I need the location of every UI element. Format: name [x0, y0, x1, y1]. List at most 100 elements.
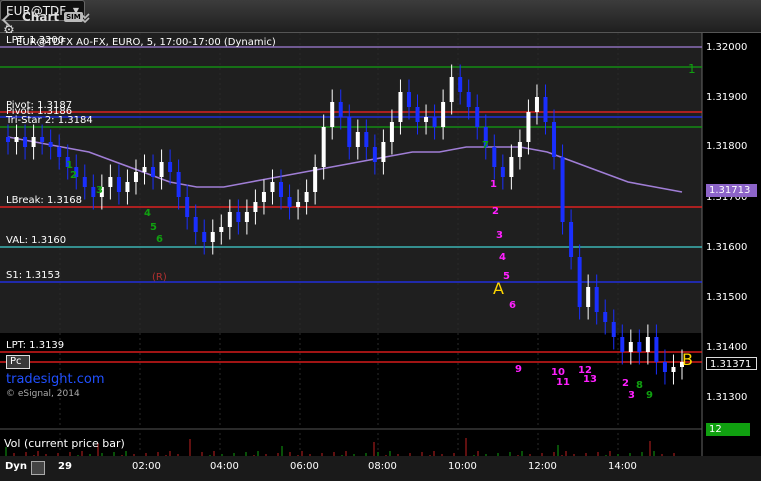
green-count-5: 5	[150, 222, 157, 233]
last-price-tag: 1.31371	[706, 357, 757, 370]
pc-badge[interactable]: Pc	[6, 355, 30, 369]
level-label-val: VAL: 1.3160	[6, 235, 67, 246]
time-tick: 12:00	[528, 461, 557, 472]
candle-body	[159, 162, 164, 177]
candle-body	[620, 337, 625, 352]
price-tick: 1.31800	[706, 141, 748, 152]
candle-body	[500, 167, 505, 177]
candle-body	[611, 322, 616, 337]
time-tick: 10:00	[448, 461, 477, 472]
candle-body	[151, 167, 156, 177]
green-count-8: 8	[636, 380, 643, 391]
candle-body	[517, 142, 522, 157]
green-level-tag: 1	[688, 62, 696, 76]
count-4: 4	[499, 252, 506, 263]
candle-body	[534, 97, 539, 112]
copyright: © eSignal, 2014	[6, 389, 80, 399]
candle-body	[355, 132, 360, 147]
candle-body	[219, 227, 224, 232]
collapse-chevron-icon[interactable]	[78, 0, 92, 33]
candle-body	[432, 117, 437, 127]
candle-body	[82, 177, 87, 187]
candle-body	[662, 362, 667, 372]
candle-body	[654, 337, 659, 362]
toolbar: Chart SIM EUR@TDF ▼ ⚙ 5 ▼ ◷ ✎ ⛓ ▣ ▶ ☰ ⤢ …	[0, 0, 761, 250]
candle-body	[48, 142, 53, 147]
green-count-4: 4	[144, 208, 151, 219]
candle-body	[313, 167, 318, 192]
candle-body	[279, 182, 284, 197]
candle-body	[569, 222, 574, 257]
time-tick: 14:00	[608, 461, 637, 472]
count-2b: 2	[622, 378, 629, 389]
count-3: 3	[496, 230, 503, 241]
green-count-9: 9	[646, 390, 653, 401]
candle-body	[458, 77, 463, 92]
candle-body	[244, 212, 249, 222]
candle-body	[441, 102, 446, 127]
count-1: 1	[490, 179, 497, 190]
candle-body	[91, 187, 96, 197]
candle-body	[364, 132, 369, 147]
count-9: 9	[515, 364, 522, 375]
candle-body	[543, 97, 548, 122]
green-count-6: 6	[156, 234, 163, 245]
candle-body	[449, 77, 454, 102]
level-label-lpt-low: LPT: 1.3139	[6, 340, 65, 351]
price-tick: 1.31500	[706, 292, 748, 303]
candle-body	[133, 172, 138, 182]
candle-body	[372, 147, 377, 162]
level-label-s1: S1: 1.3153	[6, 270, 61, 281]
date-label: 29	[58, 461, 72, 472]
volume-tag: 12	[706, 423, 750, 436]
price-tick: 1.31600	[706, 242, 748, 253]
candle-body	[193, 217, 198, 232]
candle-body	[415, 107, 420, 122]
candle-body	[202, 232, 207, 242]
price-tick: 1.31400	[706, 342, 748, 353]
price-tick: 1.31300	[706, 392, 748, 403]
candle-body	[40, 137, 45, 142]
candle-body	[594, 287, 599, 312]
candle-body	[671, 367, 676, 372]
candle-body	[577, 257, 582, 307]
green-count-7: 7	[482, 140, 489, 151]
candle-body	[142, 167, 147, 172]
dyn-label[interactable]: Dyn	[5, 461, 27, 472]
candle-body	[14, 137, 19, 142]
candle-body	[270, 182, 275, 192]
time-tick: 02:00	[132, 461, 161, 472]
candle-body	[628, 342, 633, 352]
candle-body	[23, 137, 28, 147]
candle-body	[406, 92, 411, 107]
volume-label: Vol (current price bar)	[4, 437, 125, 450]
candle-body	[176, 172, 181, 197]
candle-body	[381, 142, 386, 162]
time-tick: 08:00	[368, 461, 397, 472]
price-chart[interactable]	[0, 33, 761, 481]
candle-body	[236, 212, 241, 222]
candle-body	[125, 182, 130, 192]
candle-body	[645, 337, 650, 352]
time-tick: 06:00	[290, 461, 319, 472]
green-count-2: 2	[70, 170, 77, 181]
level-label-lpt-high: LPT: 1.3200	[6, 35, 65, 46]
candle-body	[552, 122, 557, 157]
count-6: 6	[509, 300, 516, 311]
candle-body	[57, 147, 62, 157]
candle-body	[116, 177, 121, 192]
candle-body	[330, 102, 335, 127]
candle-body	[560, 157, 565, 222]
candle-body	[185, 197, 190, 217]
candle-body	[509, 157, 514, 177]
ma-price-tag: 1.31713	[706, 184, 757, 197]
count-2: 2	[492, 206, 499, 217]
count-13: 13	[583, 374, 597, 385]
candle-body	[338, 102, 343, 117]
candle-body	[227, 212, 232, 227]
candle-body	[296, 202, 301, 207]
zoom-icon[interactable]	[31, 461, 45, 475]
candle-body	[475, 107, 480, 127]
candle-body	[424, 117, 429, 122]
time-tick: 04:00	[210, 461, 239, 472]
